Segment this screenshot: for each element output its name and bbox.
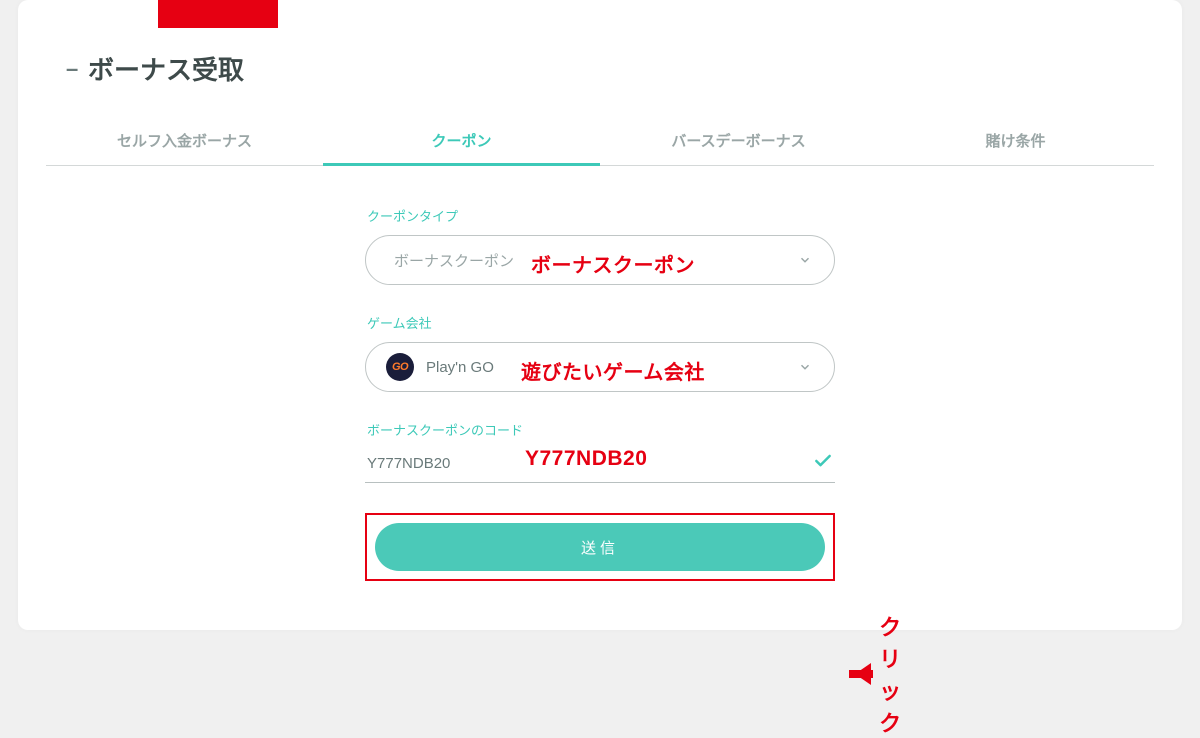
provider-value: Play'n GO <box>426 359 494 376</box>
redaction-block <box>158 0 278 28</box>
coupon-type-label: クーポンタイプ <box>365 206 835 225</box>
annotation-click-text: クリック <box>879 610 921 738</box>
chevron-down-icon <box>798 253 812 267</box>
annotation-click: クリック <box>855 610 921 738</box>
submit-button[interactable]: 送信 <box>375 523 825 571</box>
annotation-code: Y777NDB20 <box>525 447 647 471</box>
coupon-type-value: ボーナスクーポン <box>394 250 514 271</box>
tab-bar: セルフ入金ボーナス クーポン バースデーボーナス 賭け条件 <box>46 115 1154 166</box>
check-icon <box>813 451 833 476</box>
collapse-icon[interactable]: – <box>66 56 78 82</box>
tab-birthday[interactable]: バースデーボーナス <box>600 116 877 166</box>
provider-select[interactable]: GO Play'n GO 遊びたいゲーム会社 <box>365 342 835 392</box>
form-area: クーポンタイプ ボーナスクーポン ボーナスクーポン ゲーム会社 GO Play'… <box>365 206 835 581</box>
tab-self-deposit[interactable]: セルフ入金ボーナス <box>46 116 323 166</box>
tab-coupon[interactable]: クーポン <box>323 116 600 166</box>
annotation-provider: 遊びたいゲーム会社 <box>521 356 705 385</box>
arrow-left-icon <box>855 663 873 685</box>
code-label: ボーナスクーポンのコード <box>365 420 835 439</box>
provider-badge-icon: GO <box>386 353 414 381</box>
annotation-coupon-type: ボーナスクーポン <box>531 249 695 278</box>
code-field-row: Y777NDB20 <box>365 449 835 483</box>
provider-label: ゲーム会社 <box>365 313 835 332</box>
tab-wagering[interactable]: 賭け条件 <box>877 116 1154 166</box>
chevron-down-icon <box>798 360 812 374</box>
submit-highlight-box: 送信 <box>365 513 835 581</box>
coupon-type-select[interactable]: ボーナスクーポン ボーナスクーポン <box>365 235 835 285</box>
bonus-card: – ボーナス受取 セルフ入金ボーナス クーポン バースデーボーナス 賭け条件 ク… <box>18 0 1182 630</box>
page-title: ボーナス受取 <box>88 50 244 87</box>
